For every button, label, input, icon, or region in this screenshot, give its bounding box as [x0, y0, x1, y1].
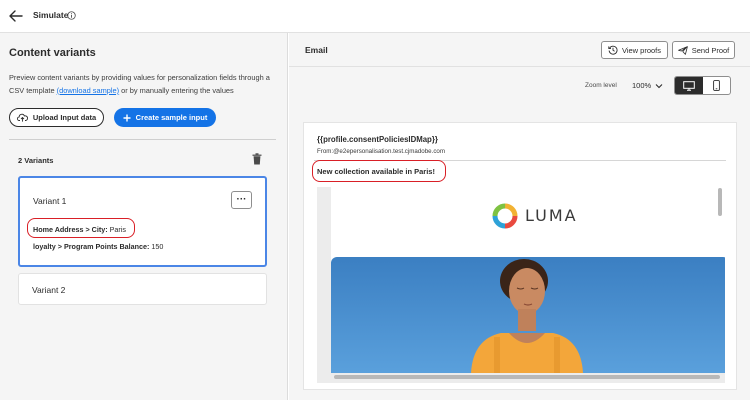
email-preview: {{profile.consentPoliciesIDMap}} From:@e…: [303, 122, 737, 390]
upload-input-data-button[interactable]: Upload Input data: [9, 108, 104, 127]
history-icon: [608, 45, 618, 55]
email-subject: {{profile.consentPoliciesIDMap}}: [317, 135, 438, 144]
description-text-end: or by manually entering the values: [119, 85, 234, 95]
hero-illustration: [331, 257, 725, 373]
email-body: LUMA: [331, 187, 725, 373]
horizontal-scrollbar[interactable]: [334, 375, 720, 379]
more-options-button[interactable]: ···: [231, 191, 252, 209]
send-proof-button[interactable]: Send Proof: [672, 41, 735, 59]
panel-title: Content variants: [9, 47, 96, 59]
field-key: loyalty > Program Points Balance:: [33, 242, 150, 251]
desktop-icon: [682, 80, 695, 91]
vertical-scrollbar[interactable]: [718, 188, 722, 216]
upload-cloud-icon: [16, 113, 28, 122]
info-icon[interactable]: [67, 11, 76, 20]
luma-logo-icon: [492, 203, 518, 229]
variant-card-selected[interactable]: Variant 1 ··· Home Address > City: Paris…: [18, 176, 267, 267]
view-proofs-label: View proofs: [621, 45, 662, 55]
plus-icon: [123, 114, 131, 121]
send-proof-label: Send Proof: [691, 45, 730, 55]
page-title: Simulate: [33, 10, 69, 20]
zoom-label: Zoom level: [585, 82, 617, 89]
brand-logo-text: LUMA: [525, 206, 578, 225]
mobile-icon: [712, 80, 720, 91]
back-arrow-icon[interactable]: [9, 8, 23, 24]
mobile-view-button[interactable]: [703, 77, 731, 94]
variant-title: Variant 2: [32, 285, 66, 295]
highlight-annotation: [312, 160, 446, 182]
device-toggle: [674, 76, 731, 95]
chevron-down-icon[interactable]: [655, 82, 663, 90]
trash-icon[interactable]: [252, 153, 262, 165]
highlight-annotation: [27, 218, 135, 238]
email-preview-panel: Email View proofs Send Proof Zoom level …: [289, 33, 750, 400]
preview-header: Email View proofs Send Proof: [289, 33, 750, 67]
panel-description: Preview content variants by providing va…: [9, 72, 279, 97]
variant-title: Variant 1: [33, 196, 67, 206]
email-body-frame: LUMA: [317, 187, 725, 383]
variant-card[interactable]: Variant 2: [18, 273, 267, 305]
channel-title: Email: [305, 45, 328, 55]
email-from: From:@e2epersonalisation.test.cjmadobe.c…: [317, 148, 446, 155]
variants-count: 2 Variants: [18, 156, 54, 165]
download-sample-link[interactable]: (download sample): [57, 86, 119, 95]
create-label: Create sample input: [135, 113, 208, 122]
create-sample-input-button[interactable]: Create sample input: [114, 108, 216, 127]
zoom-select[interactable]: 100%: [632, 81, 651, 90]
view-proofs-button[interactable]: View proofs: [601, 41, 668, 59]
field-loyalty: loyalty > Program Points Balance: 150: [33, 242, 163, 251]
desktop-view-button[interactable]: [675, 77, 703, 94]
upload-label: Upload Input data: [32, 113, 97, 122]
field-value: 150: [149, 242, 164, 251]
divider: [9, 139, 276, 140]
send-icon: [677, 45, 688, 55]
top-bar: Simulate: [0, 0, 750, 33]
hero-image: [331, 257, 725, 373]
content-variants-panel: Content variants Preview content variant…: [0, 33, 288, 400]
